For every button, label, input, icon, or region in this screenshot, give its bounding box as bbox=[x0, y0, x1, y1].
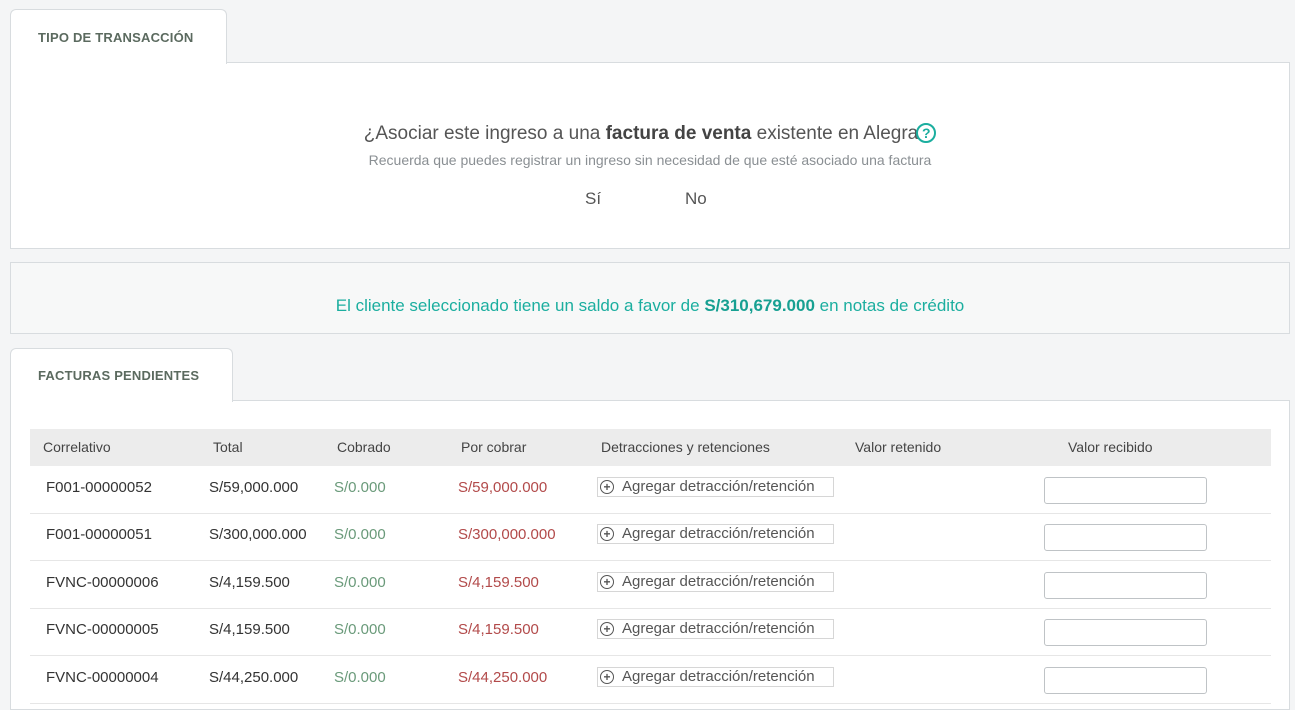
associate-question: ¿Asociar este ingreso a una factura de v… bbox=[11, 123, 1289, 145]
cell-por-cobrar: S/4,159.500 bbox=[458, 574, 539, 591]
header-valor-recibido: Valor recibido bbox=[1068, 439, 1153, 455]
table-row: F001-00000052 S/59,000.000 S/0.000 S/59,… bbox=[30, 466, 1271, 514]
credit-amount: S/310,679.000 bbox=[704, 296, 815, 315]
help-icon[interactable]: ? bbox=[916, 123, 937, 143]
credit-notice-panel: El cliente seleccionado tiene un saldo a… bbox=[10, 262, 1290, 334]
plus-circle-icon: + bbox=[600, 527, 614, 541]
plus-circle-icon: + bbox=[600, 575, 614, 589]
plus-circle-icon: + bbox=[600, 670, 614, 684]
cell-cobrado: S/0.000 bbox=[334, 669, 386, 686]
tab-facturas-pendientes[interactable]: FACTURAS PENDIENTES bbox=[10, 348, 233, 402]
add-retention-button[interactable]: + Agregar detracción/retención bbox=[597, 477, 834, 497]
cell-cobrado: S/0.000 bbox=[334, 621, 386, 638]
header-detracciones: Detracciones y retenciones bbox=[601, 439, 770, 455]
pending-invoices-panel: Correlativo Total Cobrado Por cobrar Det… bbox=[10, 400, 1290, 710]
cell-total: S/4,159.500 bbox=[209, 574, 290, 591]
option-yes[interactable]: Sí bbox=[585, 189, 601, 209]
cell-por-cobrar: S/300,000.000 bbox=[458, 526, 556, 543]
add-retention-button[interactable]: + Agregar detracción/retención bbox=[597, 619, 834, 639]
valor-recibido-input[interactable] bbox=[1044, 477, 1207, 504]
cell-correlativo: FVNC-00000005 bbox=[46, 621, 159, 638]
valor-recibido-input[interactable] bbox=[1044, 572, 1207, 599]
plus-circle-icon: + bbox=[600, 480, 614, 494]
valor-recibido-input[interactable] bbox=[1044, 619, 1207, 646]
add-retention-button[interactable]: + Agregar detracción/retención bbox=[597, 572, 834, 592]
valor-recibido-input[interactable] bbox=[1044, 667, 1207, 694]
cell-total: S/300,000.000 bbox=[209, 526, 307, 543]
cell-por-cobrar: S/44,250.000 bbox=[458, 669, 548, 686]
cell-cobrado: S/0.000 bbox=[334, 479, 386, 496]
hint-text: Recuerda que puedes registrar un ingreso… bbox=[368, 152, 932, 168]
cell-total: S/59,000.000 bbox=[209, 479, 299, 496]
tab-label: FACTURAS PENDIENTES bbox=[38, 368, 200, 383]
table-row: FVNC-00000006 S/4,159.500 S/0.000 S/4,15… bbox=[30, 561, 1271, 609]
header-valor-retenido: Valor retenido bbox=[855, 439, 942, 455]
add-retention-button[interactable]: + Agregar detracción/retención bbox=[597, 667, 834, 687]
cell-correlativo: FVNC-00000006 bbox=[46, 574, 159, 591]
tab-tipo-transaccion[interactable]: TIPO DE TRANSACCIÓN bbox=[10, 9, 227, 64]
table-header: Correlativo Total Cobrado Por cobrar Det… bbox=[30, 429, 1271, 466]
tab-label: TIPO DE TRANSACCIÓN bbox=[38, 30, 194, 45]
add-retention-button[interactable]: + Agregar detracción/retención bbox=[597, 524, 834, 544]
credit-notice: El cliente seleccionado tiene un saldo a… bbox=[335, 296, 965, 315]
header-correlativo: Correlativo bbox=[43, 439, 111, 455]
header-total: Total bbox=[213, 439, 243, 455]
cell-cobrado: S/0.000 bbox=[334, 574, 386, 591]
cell-total: S/4,159.500 bbox=[209, 621, 290, 638]
header-cobrado: Cobrado bbox=[337, 439, 391, 455]
cell-correlativo: F001-00000052 bbox=[46, 479, 152, 496]
cell-total: S/44,250.000 bbox=[209, 669, 299, 686]
plus-circle-icon: + bbox=[600, 622, 614, 636]
header-por-cobrar: Por cobrar bbox=[461, 439, 527, 455]
table-row: FVNC-00000005 S/4,159.500 S/0.000 S/4,15… bbox=[30, 608, 1271, 656]
cell-por-cobrar: S/4,159.500 bbox=[458, 621, 539, 638]
option-no[interactable]: No bbox=[685, 189, 707, 209]
valor-recibido-input[interactable] bbox=[1044, 524, 1207, 551]
cell-por-cobrar: S/59,000.000 bbox=[458, 479, 548, 496]
transaction-type-panel: ¿Asociar este ingreso a una factura de v… bbox=[10, 62, 1290, 249]
cell-correlativo: FVNC-00000004 bbox=[46, 669, 159, 686]
cell-cobrado: S/0.000 bbox=[334, 526, 386, 543]
cell-correlativo: F001-00000051 bbox=[46, 526, 152, 543]
table-row: F001-00000051 S/300,000.000 S/0.000 S/30… bbox=[30, 513, 1271, 561]
